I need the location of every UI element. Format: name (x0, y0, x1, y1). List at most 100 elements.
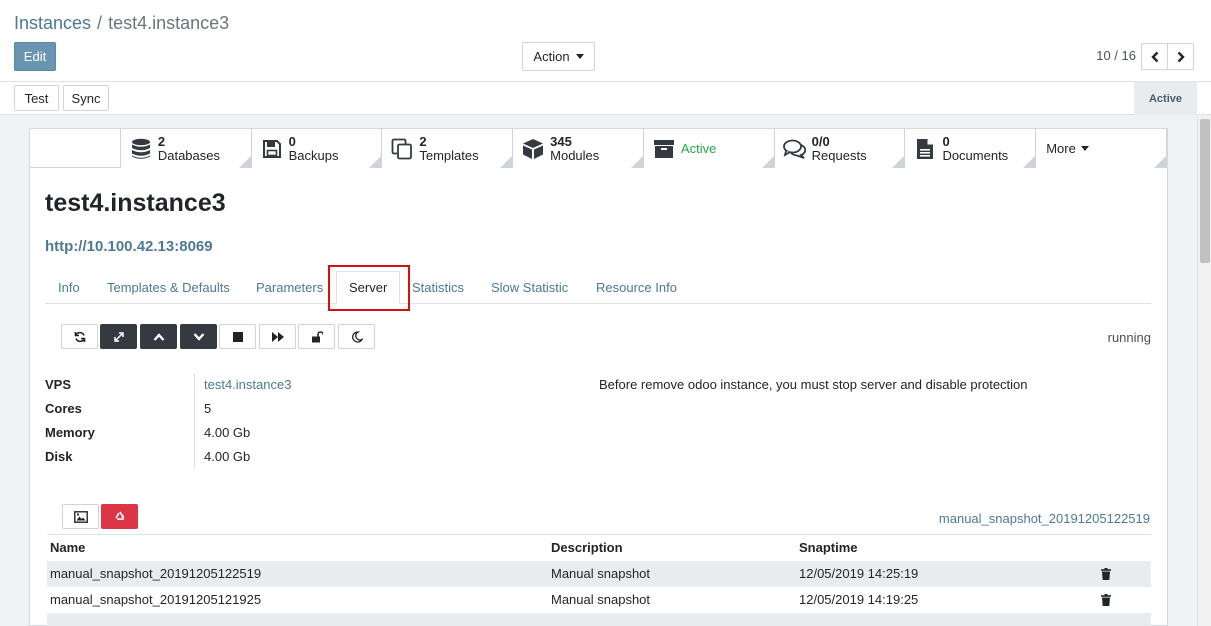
record-url-link[interactable]: http://10.100.42.13:8069 (45, 238, 213, 255)
backups-label: Backups (288, 147, 339, 163)
pager-previous-button[interactable] (1141, 43, 1168, 70)
action-label: Action (533, 49, 570, 64)
moon-icon (351, 330, 363, 343)
active-toggle-button[interactable]: Active (643, 129, 775, 168)
comments-icon (782, 137, 807, 161)
statusbar: Test Sync Active (0, 82, 1211, 115)
trash-icon (1101, 568, 1111, 580)
table-header-row: Name Description Snaptime (47, 534, 1151, 561)
more-button[interactable]: More (1036, 129, 1167, 168)
requests-count: 0/0 (811, 133, 830, 149)
tab-info[interactable]: Info (58, 271, 80, 304)
cell-description: Manual snapshot (551, 592, 651, 607)
cell-snaptime: 12/05/2019 14:25:19 (799, 566, 919, 581)
tab-slow-statistic[interactable]: Slow Statistic (491, 271, 568, 304)
snapshots-table: Name Description Snaptime manual_snapsho… (47, 534, 1151, 626)
sleep-button[interactable] (338, 324, 375, 349)
chevron-left-icon (1150, 51, 1158, 62)
form-sheet: 2 Databases 0 Backups 2 Templates 345 Mo… (29, 128, 1168, 626)
delete-row-button[interactable] (1101, 561, 1111, 587)
cell-snaptime: 12/05/2019 14:19:25 (799, 592, 919, 607)
cores-label: Cores (45, 401, 82, 416)
image-icon (73, 510, 88, 523)
requests-label: Requests (811, 147, 867, 163)
table-row-empty (47, 613, 1151, 626)
tab-parameters[interactable]: Parameters (256, 271, 323, 304)
more-label: More (1046, 141, 1076, 156)
scrollbar-thumb[interactable] (1200, 119, 1210, 263)
backups-smart-button[interactable]: 0 Backups (251, 129, 383, 168)
memory-label: Memory (45, 425, 95, 440)
column-header-description[interactable]: Description (551, 535, 623, 561)
pager-next-button[interactable] (1167, 43, 1194, 70)
copy-icon (390, 137, 414, 161)
server-note: Before remove odoo instance, you must st… (599, 377, 1028, 392)
expand-button[interactable] (100, 324, 137, 349)
tab-server[interactable]: Server (336, 271, 401, 304)
fast-forward-button[interactable] (259, 324, 296, 349)
trash-icon (1101, 594, 1111, 606)
vertical-scrollbar[interactable] (1197, 115, 1211, 626)
disk-value: 4.00 Gb (204, 449, 251, 464)
cell-name: manual_snapshot_20191205122519 (50, 566, 262, 581)
column-header-snaptime[interactable]: Snaptime (799, 535, 858, 561)
cores-value: 5 (204, 401, 212, 416)
stop-down-button[interactable] (180, 324, 217, 349)
refresh-icon (74, 331, 85, 342)
edit-button[interactable]: Edit (14, 42, 56, 71)
documents-label: Documents (942, 147, 1009, 163)
button-box-spacer (30, 129, 121, 167)
breadcrumb-instances-link[interactable]: Instances (14, 13, 91, 33)
vps-link[interactable]: test4.instance3 (204, 377, 291, 392)
tab-resource-info[interactable]: Resource Info (596, 271, 677, 304)
breadcrumb-separator: / (97, 13, 103, 33)
table-row[interactable]: manual_snapshot_20191205122519 Manual sn… (47, 561, 1151, 587)
databases-label: Databases (157, 147, 220, 163)
tab-templates-defaults[interactable]: Templates & Defaults (107, 271, 230, 304)
database-icon (129, 137, 153, 161)
server-status: running (1107, 330, 1151, 345)
expand-icon (113, 331, 124, 342)
floppy-disk-icon (260, 137, 284, 161)
archive-icon (652, 137, 676, 161)
modules-smart-button[interactable]: 345 Modules (513, 129, 644, 168)
restore-snapshot-button[interactable] (101, 504, 138, 529)
delete-row-button[interactable] (1101, 587, 1111, 613)
refresh-button[interactable] (61, 324, 98, 349)
test-button[interactable]: Test (14, 85, 59, 111)
column-header-name[interactable]: Name (50, 535, 85, 561)
memory-value: 4.00 Gb (204, 425, 251, 440)
active-label: Active (680, 141, 717, 156)
sync-button[interactable]: Sync (63, 85, 109, 111)
templates-smart-button[interactable]: 2 Templates (382, 129, 514, 168)
databases-smart-button[interactable]: 2 Databases (120, 129, 252, 168)
start-up-button[interactable] (140, 324, 177, 349)
tab-statistics[interactable]: Statistics (412, 271, 464, 304)
field-divider (194, 373, 195, 469)
unlock-icon (311, 330, 323, 342)
control-panel: Instances / test4.instance3 Edit Action 10… (0, 0, 1211, 82)
cell-name: manual_snapshot_20191205121925 (50, 592, 262, 607)
stop-icon (232, 331, 243, 342)
action-dropdown[interactable]: Action (522, 42, 595, 71)
fast-forward-icon (271, 331, 284, 342)
documents-smart-button[interactable]: 0 Documents (905, 129, 1037, 168)
recycle-icon (114, 511, 124, 520)
unlock-button[interactable] (298, 324, 335, 349)
chevron-down-icon (193, 332, 204, 341)
breadcrumb: Instances / test4.instance3 (14, 11, 229, 35)
cell-description: Manual snapshot (551, 566, 651, 581)
status-stage-active[interactable]: Active (1134, 82, 1197, 115)
modules-label: Modules (550, 147, 600, 163)
pager-value[interactable]: 10 / 16 (1086, 48, 1136, 63)
caret-down-icon (1080, 146, 1089, 151)
disk-label: Disk (45, 449, 73, 464)
current-snapshot-link[interactable]: manual_snapshot_20191205122519 (939, 511, 1150, 526)
documents-count: 0 (942, 133, 950, 149)
backups-count: 0 (288, 133, 296, 149)
table-row[interactable]: manual_snapshot_20191205121925 Manual sn… (47, 587, 1151, 613)
requests-smart-button[interactable]: 0/0 Requests (774, 129, 906, 168)
create-snapshot-button[interactable] (62, 504, 99, 529)
record-title: test4.instance3 (45, 189, 226, 217)
stop-button[interactable] (219, 324, 256, 349)
